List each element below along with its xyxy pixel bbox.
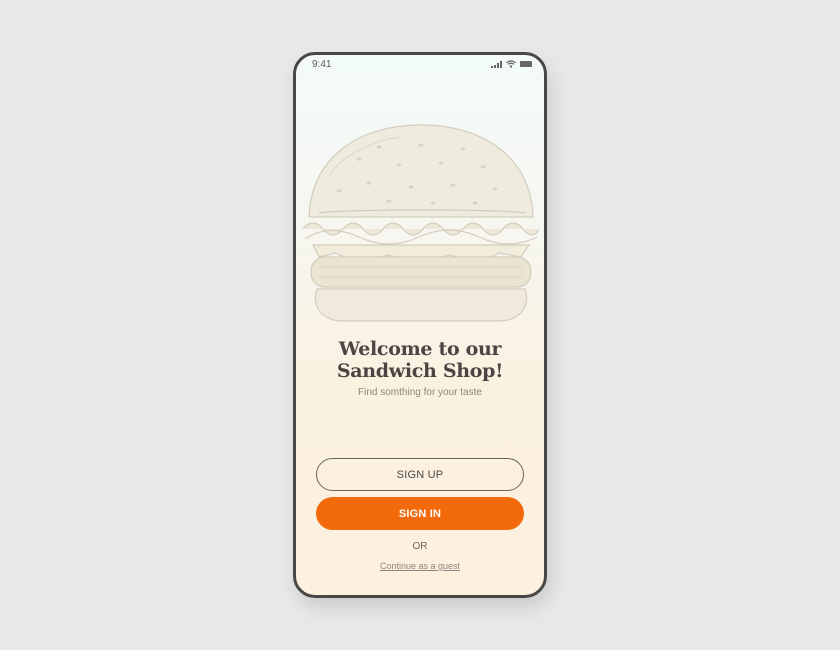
or-divider: OR [412, 541, 428, 552]
phone-frame: 9:41 Welcome to our Sandwich Shop! Find … [293, 52, 547, 598]
burger-illustration [302, 124, 540, 322]
signal-icon [491, 60, 502, 68]
status-icons [491, 60, 532, 68]
canvas: 9:41 Welcome to our Sandwich Shop! Find … [0, 0, 840, 650]
status-time: 9:41 [312, 59, 332, 70]
status-bar: 9:41 [296, 55, 544, 75]
title-line-1: Welcome to our [338, 338, 502, 360]
subtitle: Find somthing for your taste [358, 387, 482, 398]
sign-up-button[interactable]: SIGN UP [316, 458, 524, 491]
continue-as-guest-link[interactable]: Continue as a guest [296, 561, 544, 571]
sign-in-button[interactable]: SIGN IN [316, 497, 524, 530]
wifi-icon [506, 60, 516, 68]
title-line-2: Sandwich Shop! [336, 360, 504, 382]
page-title: Welcome to our Sandwich Shop! [296, 338, 544, 382]
battery-icon [520, 61, 532, 67]
